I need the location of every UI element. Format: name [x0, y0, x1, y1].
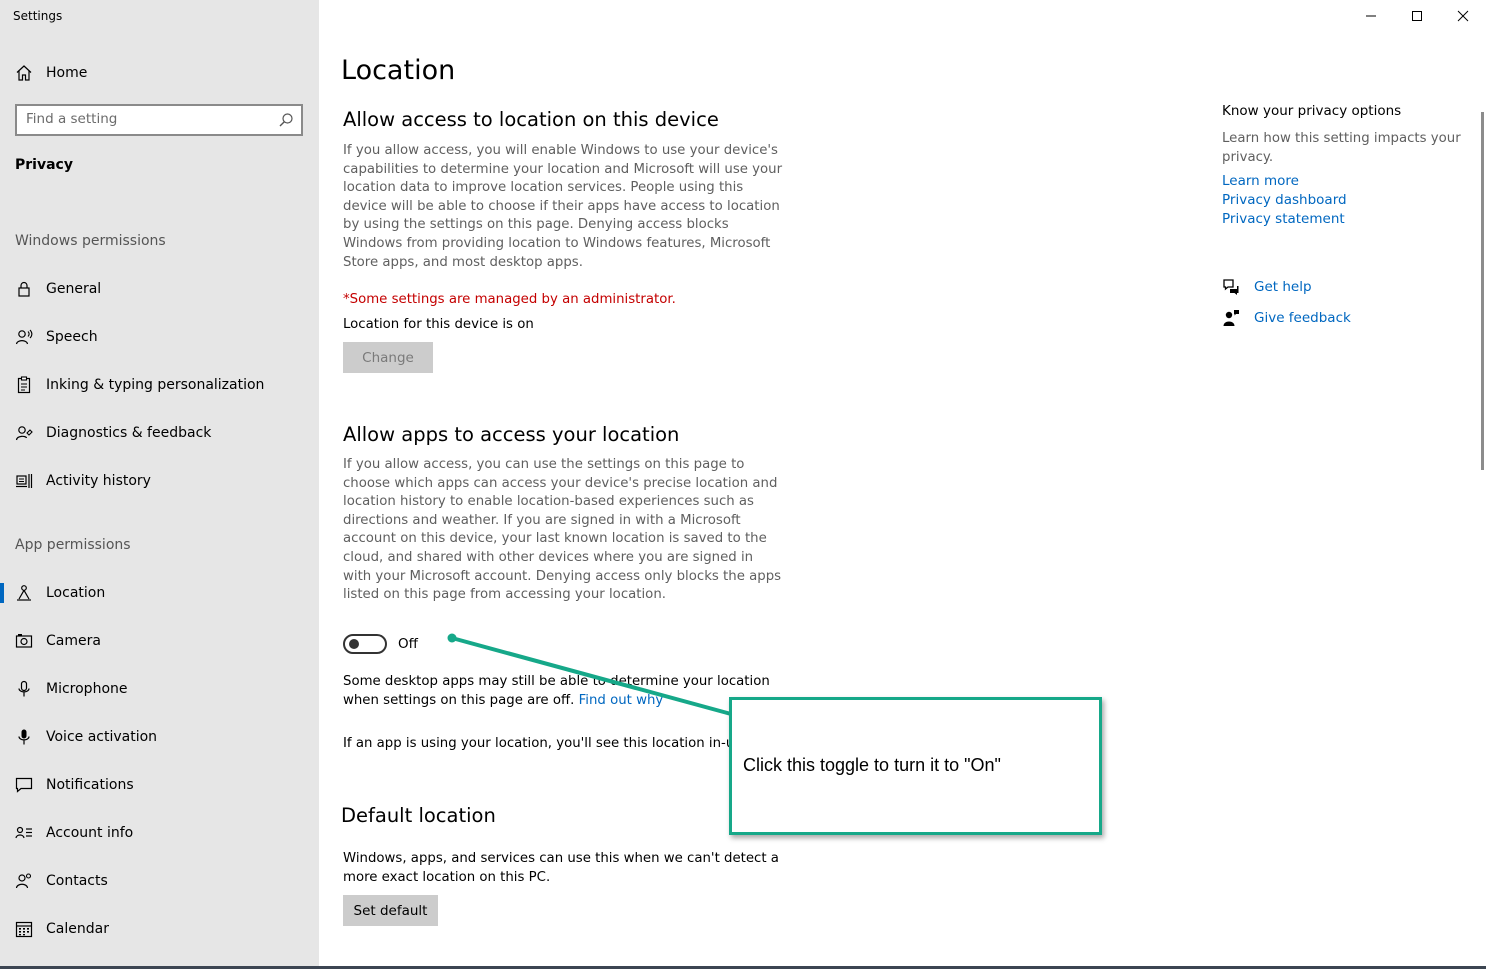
annotation-callout: Click this toggle to turn it to "On"	[729, 697, 1102, 835]
annotation-text: Click this toggle to turn it to "On"	[743, 755, 1001, 775]
